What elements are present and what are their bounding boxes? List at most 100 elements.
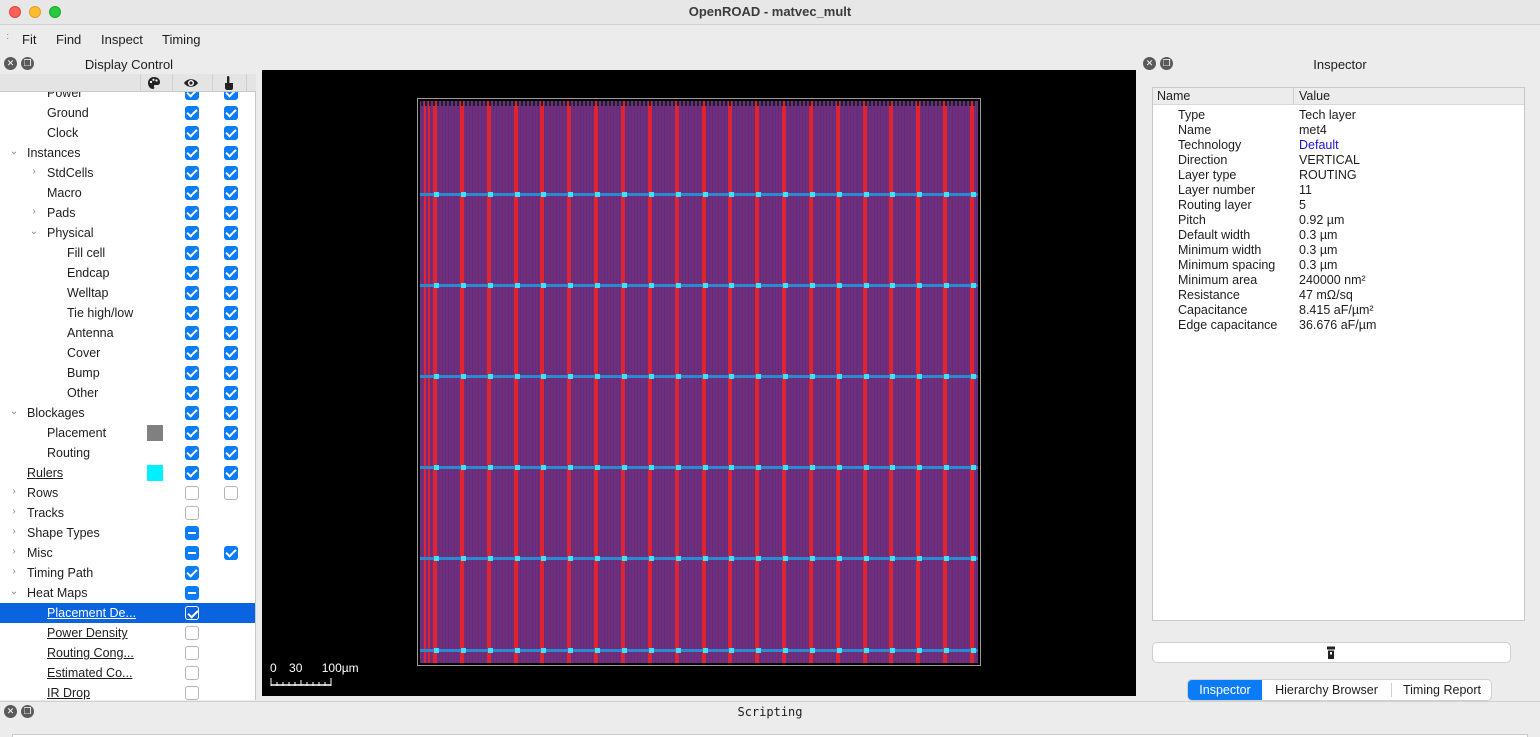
- display-control-tree[interactable]: Power Ground Clock ⌄ Instances › StdCells Macro…: [0, 92, 256, 700]
- toolbar-grip-icon[interactable]: · ·: [6, 30, 9, 44]
- visibility-checkbox[interactable]: [185, 606, 199, 620]
- chevron-right-icon[interactable]: ›: [29, 166, 39, 177]
- tree-row-clock[interactable]: Clock: [0, 123, 255, 143]
- selectable-checkbox[interactable]: [224, 426, 238, 440]
- visibility-checkbox[interactable]: [185, 626, 199, 640]
- selectable-checkbox[interactable]: [224, 206, 238, 220]
- visibility-checkbox[interactable]: [185, 286, 199, 300]
- visibility-checkbox[interactable]: [185, 346, 199, 360]
- tree-row-fill-cell[interactable]: Fill cell: [0, 243, 255, 263]
- visibility-checkbox[interactable]: [185, 526, 199, 540]
- property-value-link[interactable]: Default: [1299, 138, 1339, 152]
- tree-row-rulers[interactable]: Rulers: [0, 463, 255, 483]
- tree-row-physical[interactable]: ⌄ Physical: [0, 223, 255, 243]
- selectable-checkbox[interactable]: [224, 92, 238, 100]
- selectable-checkbox[interactable]: [224, 546, 238, 560]
- tree-row-endcap[interactable]: Endcap: [0, 263, 255, 283]
- tree-row-routing[interactable]: Routing: [0, 443, 255, 463]
- tree-row-instances[interactable]: ⌄ Instances: [0, 143, 255, 163]
- chevron-right-icon[interactable]: ›: [9, 526, 19, 537]
- selectable-checkbox[interactable]: [224, 386, 238, 400]
- visibility-checkbox[interactable]: [185, 206, 199, 220]
- visibility-checkbox[interactable]: [185, 306, 199, 320]
- layout-viewer[interactable]: 0 30 100µm: [262, 70, 1136, 696]
- tree-row-ir-drop[interactable]: IR Drop: [0, 683, 255, 700]
- selectable-checkbox[interactable]: [224, 406, 238, 420]
- tree-row-ground[interactable]: Ground: [0, 103, 255, 123]
- selectable-checkbox[interactable]: [224, 146, 238, 160]
- menu-inspect[interactable]: Inspect: [101, 32, 143, 47]
- chevron-down-icon[interactable]: ⌄: [9, 146, 19, 157]
- tree-row-heat-maps[interactable]: ⌄ Heat Maps: [0, 583, 255, 603]
- selectable-checkbox[interactable]: [224, 306, 238, 320]
- tree-row-power-density[interactable]: Power Density: [0, 623, 255, 643]
- selectable-checkbox[interactable]: [224, 486, 238, 500]
- selectable-checkbox[interactable]: [224, 326, 238, 340]
- tree-row-antenna[interactable]: Antenna: [0, 323, 255, 343]
- selectable-checkbox[interactable]: [224, 126, 238, 140]
- tab-timing-report[interactable]: Timing Report: [1392, 680, 1491, 700]
- visibility-checkbox[interactable]: [185, 646, 199, 660]
- visibility-checkbox[interactable]: [185, 246, 199, 260]
- visibility-checkbox[interactable]: [185, 92, 199, 100]
- visibility-checkbox[interactable]: [185, 166, 199, 180]
- visibility-checkbox[interactable]: [185, 386, 199, 400]
- tree-row-pads[interactable]: › Pads: [0, 203, 255, 223]
- die-area[interactable]: [417, 98, 981, 666]
- tree-row-misc[interactable]: › Misc: [0, 543, 255, 563]
- tree-row-estimated-co[interactable]: Estimated Co...: [0, 663, 255, 683]
- tab-hierarchy-browser[interactable]: Hierarchy Browser: [1263, 680, 1390, 700]
- chevron-down-icon[interactable]: ⌄: [9, 586, 19, 597]
- selectable-checkbox[interactable]: [224, 466, 238, 480]
- tree-row-placement-de[interactable]: Placement De...: [0, 603, 255, 623]
- tab-inspector[interactable]: Inspector: [1188, 680, 1262, 700]
- tree-row-tie-high-low[interactable]: Tie high/low: [0, 303, 255, 323]
- selectable-checkbox[interactable]: [224, 366, 238, 380]
- selectable-checkbox[interactable]: [224, 446, 238, 460]
- tree-row-bump[interactable]: Bump: [0, 363, 255, 383]
- visibility-checkbox[interactable]: [185, 226, 199, 240]
- visibility-checkbox[interactable]: [185, 446, 199, 460]
- visibility-checkbox[interactable]: [185, 686, 199, 700]
- visibility-checkbox[interactable]: [185, 266, 199, 280]
- color-swatch[interactable]: [147, 425, 163, 441]
- selectable-checkbox[interactable]: [224, 246, 238, 260]
- tree-row-shape-types[interactable]: › Shape Types: [0, 523, 255, 543]
- visibility-checkbox[interactable]: [185, 486, 199, 500]
- selectable-checkbox[interactable]: [224, 186, 238, 200]
- tree-row-cover[interactable]: Cover: [0, 343, 255, 363]
- column-value[interactable]: Value: [1299, 89, 1330, 103]
- tree-row-timing-path[interactable]: › Timing Path: [0, 563, 255, 583]
- tree-row-tracks[interactable]: › Tracks: [0, 503, 255, 523]
- chevron-right-icon[interactable]: ›: [9, 566, 19, 577]
- selectable-checkbox[interactable]: [224, 286, 238, 300]
- chevron-right-icon[interactable]: ›: [9, 546, 19, 557]
- highlight-button[interactable]: [1152, 642, 1511, 663]
- chevron-right-icon[interactable]: ›: [9, 486, 19, 497]
- tree-row-rows[interactable]: › Rows: [0, 483, 255, 503]
- visibility-checkbox[interactable]: [185, 466, 199, 480]
- tree-row-routing-cong[interactable]: Routing Cong...: [0, 643, 255, 663]
- chevron-right-icon[interactable]: ›: [9, 506, 19, 517]
- visibility-checkbox[interactable]: [185, 586, 199, 600]
- selectable-checkbox[interactable]: [224, 346, 238, 360]
- selectable-checkbox[interactable]: [224, 106, 238, 120]
- menu-find[interactable]: Find: [56, 32, 81, 47]
- tree-row-stdcells[interactable]: › StdCells: [0, 163, 255, 183]
- chevron-down-icon[interactable]: ⌄: [29, 226, 39, 237]
- tree-row-power[interactable]: Power: [0, 92, 255, 103]
- tree-row-other[interactable]: Other: [0, 383, 255, 403]
- visibility-checkbox[interactable]: [185, 146, 199, 160]
- menu-timing[interactable]: Timing: [162, 32, 201, 47]
- column-name[interactable]: Name: [1157, 89, 1190, 103]
- visibility-checkbox[interactable]: [185, 326, 199, 340]
- chevron-right-icon[interactable]: ›: [29, 206, 39, 217]
- selectable-checkbox[interactable]: [224, 166, 238, 180]
- visibility-checkbox[interactable]: [185, 566, 199, 580]
- visibility-checkbox[interactable]: [185, 366, 199, 380]
- visibility-checkbox[interactable]: [185, 126, 199, 140]
- chevron-down-icon[interactable]: ⌄: [9, 406, 19, 417]
- selectable-checkbox[interactable]: [224, 226, 238, 240]
- visibility-checkbox[interactable]: [185, 506, 199, 520]
- selectable-checkbox[interactable]: [224, 266, 238, 280]
